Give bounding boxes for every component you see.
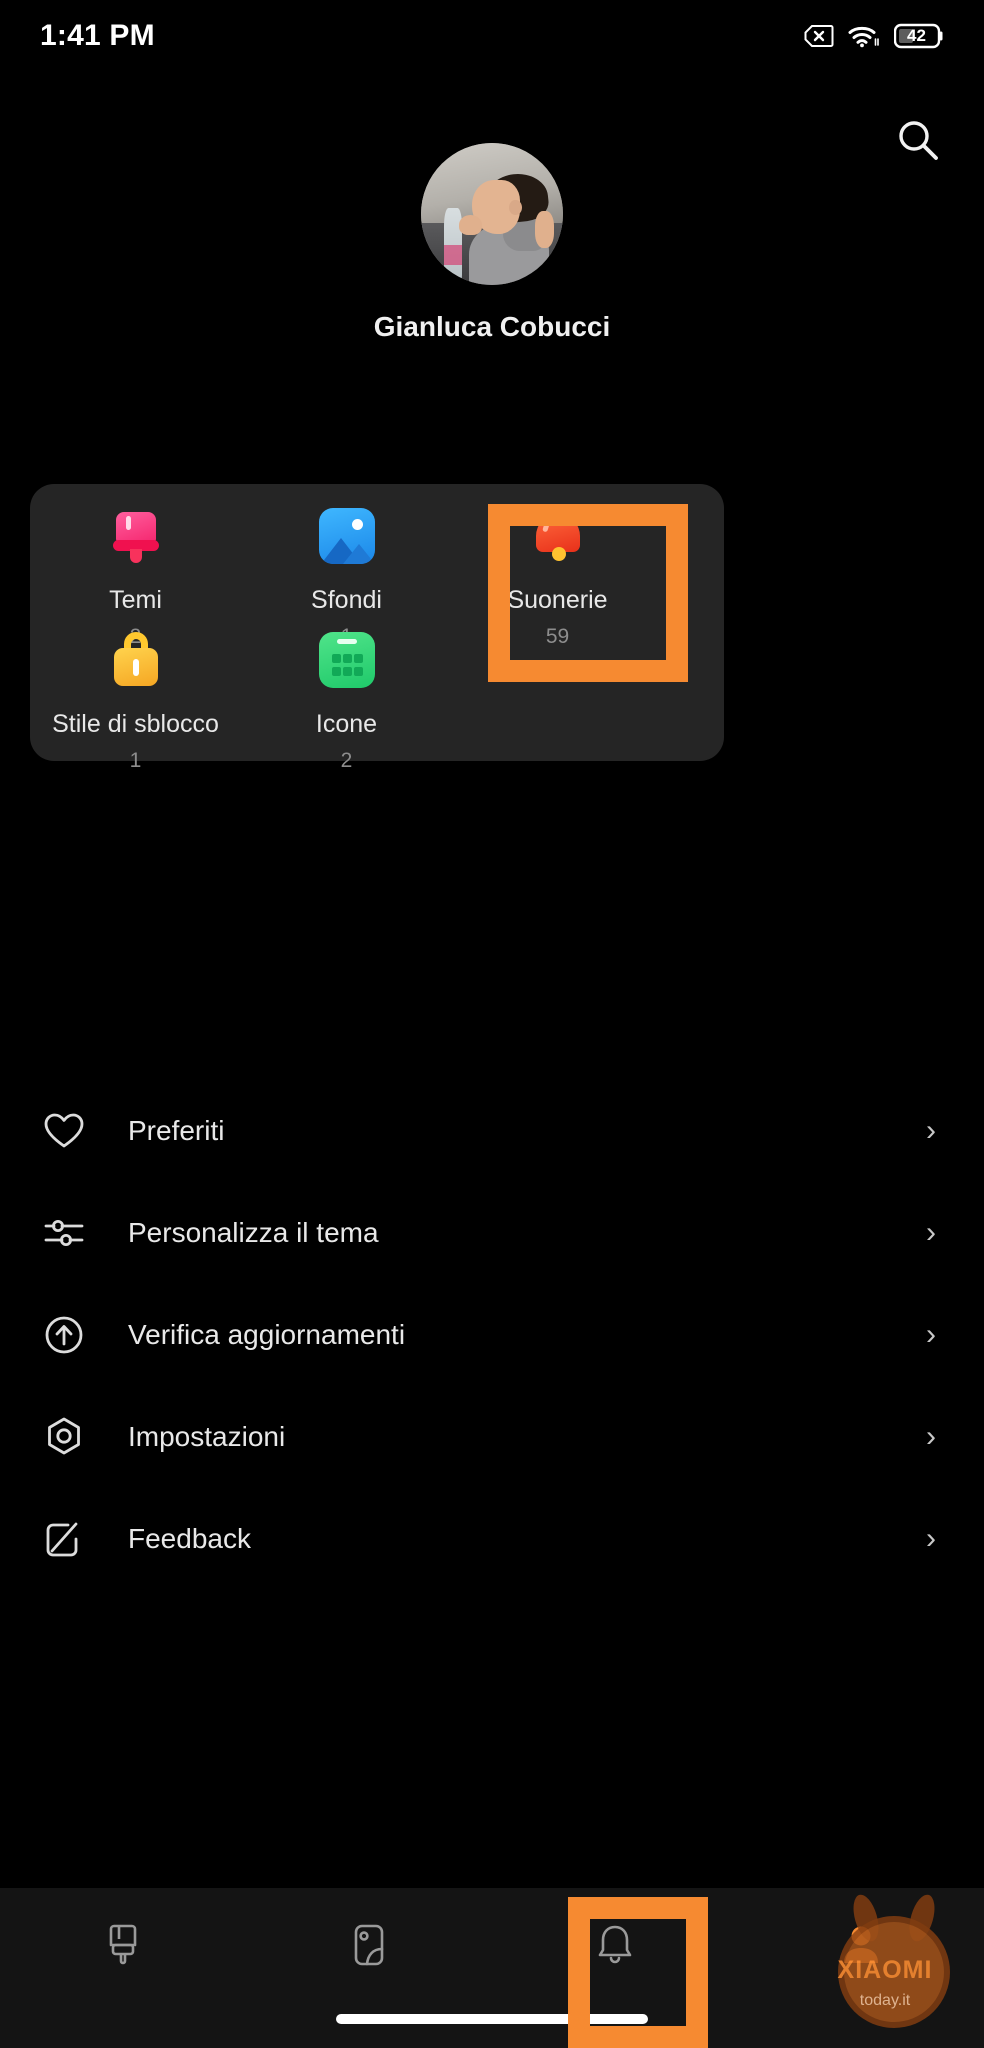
bottom-nav-items [0, 1888, 984, 2006]
lock-icon [108, 632, 164, 688]
wifi-icon [848, 24, 880, 48]
quick-item-count: 1 [129, 749, 142, 772]
menu-item-label: Personalizza il tema [128, 1217, 379, 1248]
chevron-right-icon: › [926, 1522, 936, 1555]
nav-tab-wallpapers[interactable] [246, 1919, 492, 1976]
quick-item-label: Suonerie [507, 586, 608, 614]
quick-item-count: 2 [340, 749, 353, 772]
quick-item-label: Icone [315, 710, 378, 738]
menu-item-preferiti[interactable]: Preferiti › [0, 1080, 984, 1182]
menu-item-label: Impostazioni [128, 1421, 286, 1452]
menu-item-label: Preferiti [128, 1115, 225, 1146]
paintbrush-icon [108, 508, 164, 564]
quick-item-sfondi[interactable]: Sfondi 1 [241, 508, 452, 649]
profile-header: Gianluca Cobucci [0, 143, 984, 343]
nav-tab-ringtones[interactable] [492, 1919, 738, 1976]
quick-item-icone[interactable]: Icone 2 [241, 632, 452, 773]
app-icons-icon [318, 632, 375, 688]
profile-name: Gianluca Cobucci [373, 311, 611, 342]
menu-item-feedback[interactable]: Feedback › [0, 1488, 984, 1590]
menu-item-label: Verifica aggiornamenti [128, 1319, 406, 1350]
quick-item-stile-di-sblocco[interactable]: Stile di sblocco 1 [30, 632, 241, 773]
menu-item-verifica-aggiornamenti[interactable]: Verifica aggiornamenti › [0, 1284, 984, 1386]
settings-gear-icon [42, 1415, 98, 1459]
battery-level: 42 [907, 26, 926, 45]
chevron-right-icon: › [926, 1420, 936, 1453]
edit-square-icon [42, 1517, 98, 1561]
quick-card-row-1: Temi 2 Sfondi 1 Suonerie 59 [30, 508, 724, 649]
nav-tab-profile[interactable] [738, 1919, 984, 1976]
quick-item-label: Stile di sblocco [52, 710, 219, 738]
quick-item-label: Temi [109, 586, 162, 614]
quick-access-card: Temi 2 Sfondi 1 Suonerie 59 [30, 484, 724, 772]
home-indicator [336, 2014, 648, 2024]
avatar[interactable] [421, 143, 563, 285]
menu-item-impostazioni[interactable]: Impostazioni › [0, 1386, 984, 1488]
quick-item-empty [452, 632, 663, 773]
quick-item-label: Sfondi [311, 586, 382, 614]
status-bar: 1:41 PM 42 [0, 0, 984, 72]
quick-item-suonerie[interactable]: Suonerie 59 [452, 508, 663, 649]
status-icons: 42 [804, 23, 944, 49]
bell-icon [530, 508, 586, 564]
chevron-right-icon: › [926, 1216, 936, 1249]
quick-card-row-2: Stile di sblocco 1 Icone 2 [30, 632, 724, 773]
sim-card-x-icon [804, 24, 834, 48]
profile-person-icon [835, 1919, 887, 1976]
update-arrow-icon [42, 1313, 98, 1357]
nav-tab-themes[interactable] [0, 1919, 246, 1976]
bottom-navigation-bar [0, 1888, 984, 2048]
quick-item-temi[interactable]: Temi 2 [30, 508, 241, 649]
wallpaper-nav-icon [343, 1919, 395, 1976]
wallpaper-icon [318, 508, 375, 564]
themes-brush-icon [97, 1919, 149, 1976]
sliders-icon [42, 1211, 98, 1255]
menu-item-personalizza-il-tema[interactable]: Personalizza il tema › [0, 1182, 984, 1284]
battery-icon: 42 [894, 23, 944, 49]
menu-item-label: Feedback [128, 1523, 251, 1554]
status-time: 1:41 PM [40, 19, 155, 52]
menu-list: Preferiti › Personalizza il tema › Verif… [0, 1080, 984, 1590]
ringtone-bell-icon [589, 1919, 641, 1976]
chevron-right-icon: › [926, 1114, 936, 1147]
heart-icon [42, 1109, 98, 1153]
chevron-right-icon: › [926, 1318, 936, 1351]
phone-screen: 1:41 PM 42 Gianluca Cobucci Temi 2 Sfond… [0, 0, 984, 2048]
